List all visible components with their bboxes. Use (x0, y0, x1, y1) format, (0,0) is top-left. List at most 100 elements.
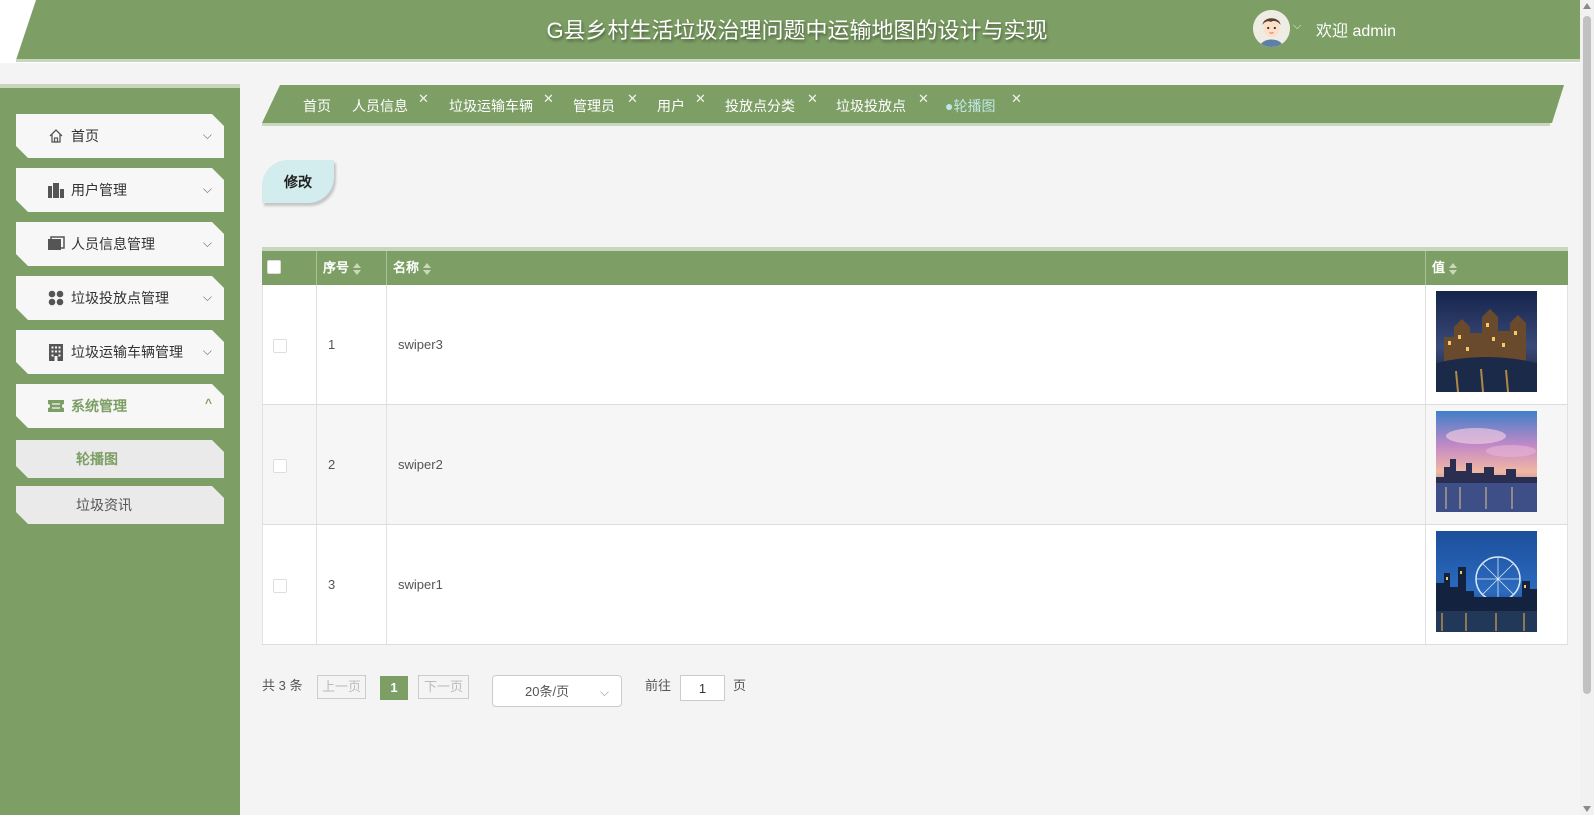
sidebar-item-label: 垃圾投放点管理 (71, 290, 169, 306)
ticket-icon (47, 397, 65, 415)
row-name: swiper2 (398, 457, 443, 472)
close-icon[interactable]: ✕ (695, 91, 706, 107)
tab-label: 管理员 (573, 98, 615, 114)
sort-icon[interactable] (423, 262, 432, 275)
sidebar-item-label: 首页 (71, 128, 99, 144)
sidebar-item-label: 垃圾运输车辆管理 (71, 344, 183, 360)
building-icon (47, 343, 65, 361)
home-icon (47, 127, 65, 145)
swiper-thumbnail-image[interactable] (1436, 411, 1537, 512)
sidebar-item-home[interactable]: 首页 ⌵ (16, 114, 224, 158)
page-number-current[interactable]: 1 (380, 676, 408, 700)
prev-page-button[interactable]: 上一页 (317, 675, 366, 699)
tab-vehicles[interactable]: 垃圾运输车辆 ✕ (449, 91, 554, 116)
grid-dots-icon (47, 289, 65, 307)
chevron-down-icon: ⌵ (202, 236, 212, 250)
select-all-checkbox[interactable] (267, 260, 281, 274)
table-row[interactable]: 1 swiper3 (262, 285, 1568, 405)
checkbox-cell (263, 285, 317, 404)
sort-icon[interactable] (353, 262, 362, 275)
tab-label: 垃圾运输车辆 (449, 98, 533, 114)
tabs-divider (262, 123, 1550, 126)
row-index: 1 (328, 337, 336, 352)
name-cell: swiper3 (387, 285, 1426, 404)
sidebar-item-label: 用户管理 (71, 182, 127, 198)
page-size-value: 20条/页 (525, 684, 570, 699)
goto-page-input[interactable] (680, 675, 725, 701)
swiper-thumbnail-image[interactable] (1436, 291, 1537, 392)
name-cell: swiper2 (387, 405, 1426, 524)
chevron-down-icon: ⌵ (202, 128, 212, 142)
index-cell: 3 (317, 525, 387, 644)
header-checkbox-cell (262, 251, 317, 285)
value-cell (1426, 525, 1567, 644)
row-checkbox[interactable] (273, 339, 287, 353)
tab-label: ●轮播图 (945, 98, 996, 114)
tab-admin[interactable]: 管理员 ✕ (573, 91, 638, 116)
header-value[interactable]: 值 (1426, 251, 1568, 285)
row-checkbox[interactable] (273, 579, 287, 593)
tab-label: 首页 (303, 98, 331, 114)
sidebar-item-user-management[interactable]: 用户管理 ⌵ (16, 168, 224, 212)
checkbox-cell (263, 525, 317, 644)
sidebar-item-vehicles[interactable]: 垃圾运输车辆管理 ⌵ (16, 330, 224, 374)
users-building-icon (47, 181, 65, 199)
close-icon[interactable]: ✕ (627, 91, 638, 107)
header-index[interactable]: 序号 (317, 251, 387, 285)
table-row[interactable]: 3 swiper1 (262, 525, 1568, 645)
row-index: 3 (328, 577, 336, 592)
data-table: 序号 名称 值 1 swiper3 2 swiper2 3 swiper1 (262, 247, 1568, 645)
tab-dropoff-category[interactable]: 投放点分类 ✕ (725, 91, 818, 116)
pagination-total: 共 3 条 (262, 678, 303, 693)
goto-label: 前往 (645, 678, 672, 693)
close-icon[interactable]: ✕ (918, 91, 929, 107)
tab-staff-info[interactable]: 人员信息 ✕ (352, 91, 429, 116)
row-name: swiper3 (398, 337, 443, 352)
sort-icon[interactable] (1449, 262, 1458, 275)
sidebar-item-dropoff-points[interactable]: 垃圾投放点管理 ⌵ (16, 276, 224, 320)
tab-label: 用户 (657, 98, 685, 114)
tab-home[interactable]: 首页 (303, 96, 331, 116)
edit-button[interactable]: 修改 (262, 160, 334, 203)
table-header: 序号 名称 值 (262, 251, 1568, 285)
page-suffix-label: 页 (733, 678, 747, 693)
scroll-down-arrow-icon[interactable] (1583, 806, 1591, 812)
tab-carousel[interactable]: ●轮播图 ✕ (945, 91, 1022, 116)
header-label: 名称 (393, 260, 420, 275)
scrollbar[interactable] (1580, 0, 1594, 815)
row-checkbox[interactable] (273, 459, 287, 473)
close-icon[interactable]: ✕ (1011, 91, 1022, 107)
chevron-down-icon: ⌵ (202, 182, 212, 196)
close-icon[interactable]: ✕ (418, 91, 429, 107)
scroll-thumb[interactable] (1583, 16, 1591, 694)
name-cell: swiper1 (387, 525, 1426, 644)
header-name[interactable]: 名称 (387, 251, 1426, 285)
folder-icon (47, 235, 65, 253)
tab-label: 垃圾投放点 (836, 98, 906, 114)
tab-label: 投放点分类 (725, 98, 795, 114)
swiper-thumbnail-image[interactable] (1436, 531, 1537, 632)
sidebar-item-label: 系统管理 (71, 398, 127, 414)
sidebar-item-staff-info[interactable]: 人员信息管理 ⌵ (16, 222, 224, 266)
scroll-up-arrow-icon[interactable] (1583, 3, 1591, 9)
index-cell: 2 (317, 405, 387, 524)
tab-dropoff-points[interactable]: 垃圾投放点 ✕ (836, 91, 929, 116)
tab-users[interactable]: 用户 ✕ (657, 91, 706, 116)
checkbox-cell (263, 405, 317, 524)
sidebar-subitem-garbage-news[interactable]: 垃圾资讯 (16, 486, 224, 524)
index-cell: 1 (317, 285, 387, 404)
tab-label: 人员信息 (352, 98, 408, 114)
close-icon[interactable]: ✕ (543, 91, 554, 107)
page-size-select[interactable]: 20条/页 ⌵ (492, 675, 622, 707)
user-menu-chevron-icon[interactable]: ⌵ (1293, 20, 1301, 33)
sidebar-divider (0, 84, 240, 88)
sidebar-item-label: 人员信息管理 (71, 236, 155, 252)
sidebar-item-system-management[interactable]: 系统管理 ^ (16, 384, 224, 428)
header-label: 值 (1432, 260, 1446, 275)
table-row[interactable]: 2 swiper2 (262, 405, 1568, 525)
sidebar-subitem-carousel[interactable]: 轮播图 (16, 440, 224, 478)
value-cell (1426, 285, 1567, 404)
next-page-button[interactable]: 下一页 (418, 675, 469, 699)
avatar[interactable] (1253, 10, 1290, 47)
close-icon[interactable]: ✕ (807, 91, 818, 107)
